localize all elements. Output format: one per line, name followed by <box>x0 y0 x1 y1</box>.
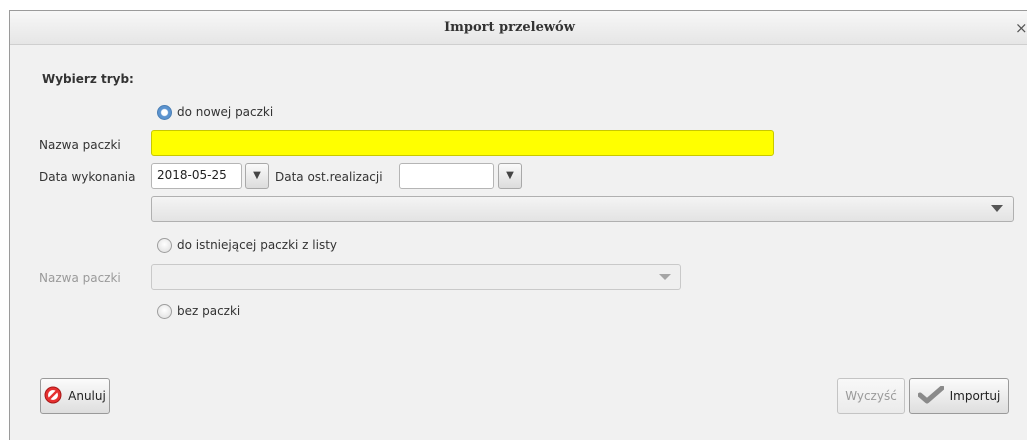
mode-heading: Wybierz tryb: <box>42 72 134 86</box>
last-realization-label: Data ost.realizacji <box>275 170 383 184</box>
clear-button-label: Wyczyść <box>845 389 897 403</box>
dialog-title: Import przelewów <box>444 20 575 35</box>
package-name-input[interactable] <box>151 130 774 156</box>
existing-package-name-label: Nazwa paczki <box>39 271 121 285</box>
radio-new-package-label[interactable]: do nowej paczki <box>177 105 273 119</box>
radio-existing-package-label[interactable]: do istniejącej paczki z listy <box>177 238 337 252</box>
execution-date-label: Data wykonania <box>39 170 136 184</box>
chevron-down-icon <box>659 274 671 280</box>
chevron-down-icon <box>991 205 1003 212</box>
account-combo[interactable] <box>151 196 1014 222</box>
radio-no-package-label[interactable]: bez paczki <box>177 304 240 318</box>
import-dialog: Import przelewów × Wybierz tryb: do nowe… <box>9 10 1027 440</box>
package-name-label: Nazwa paczki <box>39 138 121 152</box>
triangle-down-icon: ▼ <box>253 170 261 181</box>
cancel-icon <box>44 386 62 407</box>
execution-date-picker-button[interactable]: ▼ <box>245 163 269 189</box>
radio-existing-package[interactable] <box>157 238 172 253</box>
existing-package-combo[interactable] <box>151 264 681 290</box>
close-button[interactable]: × <box>1015 19 1027 37</box>
execution-date-input[interactable]: 2018-05-25 <box>151 163 242 189</box>
triangle-down-icon: ▼ <box>506 170 514 181</box>
clear-button[interactable]: Wyczyść <box>837 378 905 414</box>
import-button[interactable]: Importuj <box>909 378 1009 414</box>
cancel-button-label: Anuluj <box>68 389 106 403</box>
dialog-titlebar: Import przelewów × <box>10 11 1027 45</box>
last-realization-picker-button[interactable]: ▼ <box>498 163 522 189</box>
cancel-button[interactable]: Anuluj <box>40 378 110 414</box>
radio-new-package[interactable] <box>157 105 172 120</box>
import-button-label: Importuj <box>949 389 1001 403</box>
radio-no-package[interactable] <box>157 304 172 319</box>
checkmark-icon <box>917 385 945 407</box>
last-realization-input[interactable] <box>399 163 494 189</box>
